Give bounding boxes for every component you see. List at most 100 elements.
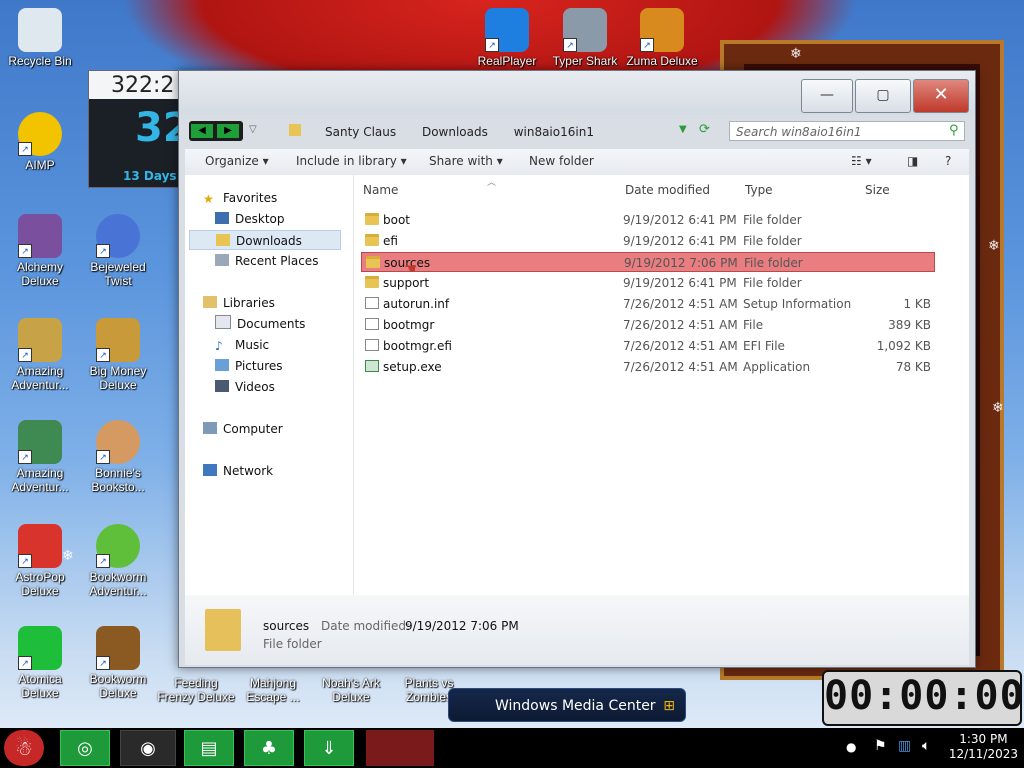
desktop-icon-astropop[interactable]: ↗ AstroPop Deluxe: [0, 524, 80, 598]
view-options-icon[interactable]: ☷ ▾: [851, 154, 872, 168]
realplayer-icon: ↗: [485, 8, 529, 52]
desktop-icon-feeding-frenzy[interactable]: Feeding Frenzy Deluxe: [156, 676, 236, 704]
desktop-icon-alchemy-deluxe[interactable]: ↗ Alchemy Deluxe: [0, 214, 80, 288]
file-row-bootmgr[interactable]: bootmgr 7/26/2012 4:51 AM File 389 KB: [361, 315, 935, 335]
organize-button[interactable]: Organize ▾: [205, 154, 269, 168]
tray-clock[interactable]: 1:30 PM 12/11/2023: [949, 732, 1018, 762]
taskbar-firefox-icon[interactable]: ◉: [120, 730, 176, 766]
countdown-gadget[interactable]: 322:2 32 13 Days: [88, 70, 191, 188]
nav-documents[interactable]: Documents: [215, 314, 345, 334]
title-bar[interactable]: — ▢ ✕: [179, 71, 975, 115]
file-row-support[interactable]: support 9/19/2012 6:41 PM File folder: [361, 273, 935, 293]
column-header-name[interactable]: Name: [363, 183, 398, 197]
downloads-folder-icon: [216, 234, 230, 246]
desktop-icon-zuma-deluxe[interactable]: ↗ Zuma Deluxe: [622, 8, 702, 68]
stopwatch-display[interactable]: 00:00:00: [822, 670, 1024, 726]
file-row-autorun[interactable]: autorun.inf 7/26/2012 4:51 AM Setup Info…: [361, 294, 935, 314]
nav-desktop[interactable]: Desktop: [215, 209, 345, 229]
navigation-pane: ★ Favorites Desktop Downloads Recent Plac…: [185, 175, 354, 595]
atomica-icon: ↗: [18, 626, 62, 670]
desktop-icon-big-money[interactable]: ↗ Big Money Deluxe: [78, 318, 158, 392]
details-date-label: Date modified:: [321, 619, 411, 633]
nav-pictures[interactable]: Pictures: [215, 356, 345, 376]
desktop-icon-typer-shark[interactable]: ↗ Typer Shark: [545, 8, 625, 68]
command-bar: Organize ▾ Include in library ▾ Share wi…: [185, 149, 969, 176]
nav-downloads[interactable]: Downloads: [189, 230, 341, 250]
search-icon[interactable]: ⚲: [949, 123, 959, 138]
taskbar-chrome-icon[interactable]: ◎: [60, 730, 110, 766]
gadget-big-number: 32: [135, 105, 191, 151]
minimize-button[interactable]: —: [801, 79, 853, 113]
recycle-bin-icon: [18, 8, 62, 52]
desktop-icon-bejeweled-twist[interactable]: ↗ Bejeweled Twist: [78, 214, 158, 288]
close-button[interactable]: ✕: [913, 79, 969, 113]
computer-icon: [203, 422, 217, 434]
explorer-window[interactable]: — ▢ ✕ ◀ ▶ ▽ Santy Claus Downloads win8aio…: [178, 70, 976, 668]
star-icon: ★: [203, 192, 214, 206]
nav-computer[interactable]: Computer: [203, 419, 353, 439]
folder-icon: [365, 213, 379, 225]
nav-network[interactable]: Network: [203, 461, 353, 481]
desktop-icon: [215, 212, 229, 224]
desktop-icon-noahs-ark[interactable]: Noah's Ark Deluxe: [311, 676, 391, 704]
libraries-icon: [203, 296, 217, 308]
include-in-library-button[interactable]: Include in library ▾: [296, 154, 407, 168]
nav-libraries[interactable]: Libraries: [203, 293, 353, 313]
desktop-icon-bookworm-deluxe[interactable]: ↗ Bookworm Deluxe: [78, 626, 158, 700]
tray-dot-icon[interactable]: ●: [846, 740, 856, 754]
desktop-icon-atomica[interactable]: ↗ Atomica Deluxe: [0, 626, 80, 700]
zuma-icon: ↗: [640, 8, 684, 52]
desktop-icon-bookworm-adventures[interactable]: ↗ Bookworm Adventur...: [78, 524, 158, 598]
desktop-icon-amazing-adventures-1[interactable]: ↗ Amazing Adventur...: [0, 318, 80, 392]
nav-music[interactable]: ♪ Music: [215, 335, 345, 355]
breadcrumb-santy-claus[interactable]: Santy Claus: [325, 125, 396, 139]
column-header-type[interactable]: Type: [745, 183, 773, 197]
settings-file-icon: [365, 297, 379, 309]
alchemy-icon: ↗: [18, 214, 62, 258]
desktop-icon-bonnies-bookstore[interactable]: ↗ Bonnie's Booksto...: [78, 420, 158, 494]
column-header-date[interactable]: Date modified: [625, 183, 710, 197]
address-dropdown-icon[interactable]: ▼: [679, 124, 687, 135]
network-tray-icon[interactable]: ▥: [898, 738, 911, 754]
file-row-bootmgr-efi[interactable]: bootmgr.efi 7/26/2012 4:51 AM EFI File 1…: [361, 336, 935, 356]
bookworm-deluxe-icon: ↗: [96, 626, 140, 670]
refresh-icon[interactable]: ⟳: [699, 122, 710, 137]
bookworm-icon: ↗: [96, 524, 140, 568]
desktop-icon-mahjong-escape[interactable]: Mahjong Escape ...: [233, 676, 313, 704]
recent-pages-chevron-icon[interactable]: ▽: [249, 124, 257, 135]
new-folder-button[interactable]: New folder: [529, 154, 594, 168]
nav-recent-places[interactable]: Recent Places: [215, 251, 345, 271]
desktop-icon-recycle-bin[interactable]: Recycle Bin: [0, 8, 80, 68]
action-center-flag-icon[interactable]: ⚑: [874, 738, 887, 754]
gadget-days: 13 Days: [123, 169, 177, 183]
help-icon[interactable]: ?: [945, 154, 951, 168]
taskbar-explorer-icon[interactable]: ▤: [184, 730, 234, 766]
back-button[interactable]: ◀: [191, 124, 213, 138]
volume-icon[interactable]: 🔈︎: [922, 738, 930, 754]
search-input[interactable]: Search win8aio16in1: [729, 121, 965, 141]
aimp-icon: ↗: [18, 112, 62, 156]
file-row-boot[interactable]: boot 9/19/2012 6:41 PM File folder: [361, 210, 935, 230]
breadcrumb-win8aio16in1[interactable]: win8aio16in1: [514, 125, 594, 139]
desktop-icon-amazing-adventures-2[interactable]: ↗ Amazing Adventur...: [0, 420, 80, 494]
forward-button[interactable]: ▶: [217, 124, 239, 138]
file-row-efi[interactable]: efi 9/19/2012 6:41 PM File folder: [361, 231, 935, 251]
navigation-bar: ◀ ▶ ▽ Santy Claus Downloads win8aio16in1 …: [179, 115, 975, 149]
media-center-bar[interactable]: Windows Media Center ⊞: [448, 688, 686, 722]
taskbar-christmas-tree-icon[interactable]: ♣: [244, 730, 294, 766]
file-row-setup-exe[interactable]: setup.exe 7/26/2012 4:51 AM Application …: [361, 357, 935, 377]
nav-videos[interactable]: Videos: [215, 377, 345, 397]
taskbar-download-manager-icon[interactable]: ⇓: [304, 730, 354, 766]
share-with-button[interactable]: Share with ▾: [429, 154, 503, 168]
nav-favorites[interactable]: ★ Favorites: [203, 188, 353, 208]
desktop-icon-realplayer[interactable]: ↗ RealPlayer: [467, 8, 547, 68]
file-icon: [365, 339, 379, 351]
breadcrumb-downloads[interactable]: Downloads: [422, 125, 488, 139]
column-header-size[interactable]: Size: [865, 183, 890, 197]
file-row-sources[interactable]: sources 9/19/2012 7:06 PM File folder ☚: [361, 252, 935, 277]
start-button-santa-icon[interactable]: ☃: [4, 730, 44, 766]
preview-pane-icon[interactable]: ◨: [907, 154, 918, 168]
application-icon: [365, 360, 379, 372]
maximize-button[interactable]: ▢: [855, 79, 911, 113]
desktop-icon-aimp[interactable]: ↗ AIMP: [0, 112, 80, 172]
